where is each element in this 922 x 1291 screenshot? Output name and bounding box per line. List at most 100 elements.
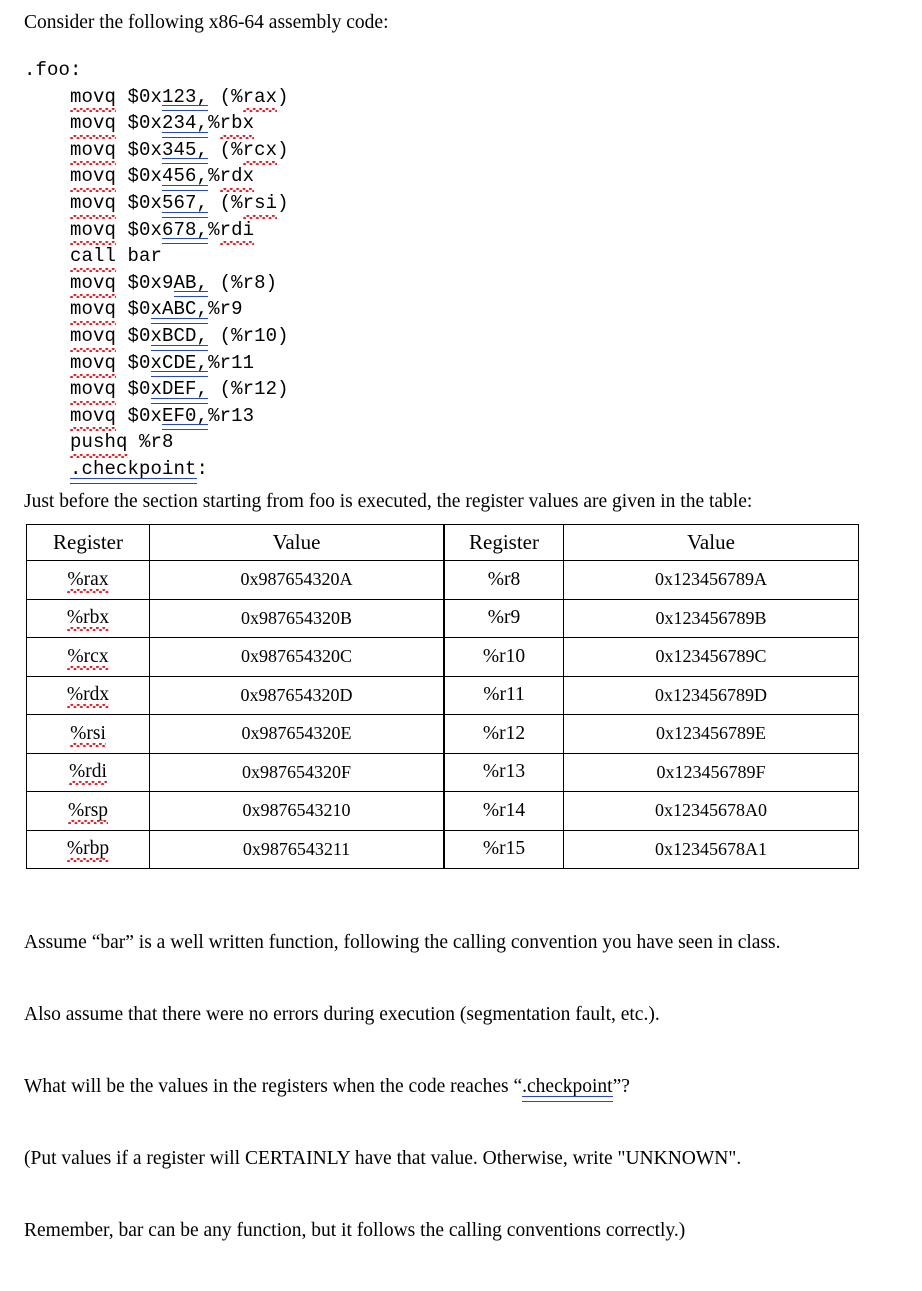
register-value: 0x987654320A [240,569,353,590]
code-operand-pre: $0 [116,351,151,374]
code-operand-pre: $0x [116,191,163,214]
closing-line-2: Also assume that there were no errors du… [24,1004,660,1025]
code-operand-pre: $0x [116,112,163,135]
code-mnemonic: movq [70,84,117,112]
code-operand-pre: $0x [116,165,163,188]
code-mnemonic: movq [70,190,117,219]
code-operand-pre: $0x9 [116,271,174,294]
register-name: %rdx [66,684,110,709]
register-value: 0x9876543210 [242,800,351,821]
cell-value-left: 0x987654320C [149,637,445,677]
closing-line-1: Assume “bar” is a well written function,… [24,932,781,953]
cell-register-left: %rdi [26,752,150,792]
table-row: %rdx 0x987654320D %r11 0x123456789D [26,675,859,715]
cell-value-right: 0x123456789A [563,560,859,600]
code-operand-post: %r13 [208,404,255,427]
register-name: %r11 [483,684,525,706]
cell-value-right: 0x12345678A1 [563,829,859,869]
code-immediate-value: xBCD, [150,323,209,351]
code-immediate-value: xCDE, [150,350,209,377]
code-immediate-value: 567, [162,190,209,218]
code-register-operand: rdx [219,163,255,192]
label-checkpoint-colon: : [196,457,209,480]
cell-register-right: %r11 [443,675,564,715]
cell-register-left: %rbp [26,829,150,869]
code-mnemonic: movq [70,350,117,378]
cell-value-left: 0x9876543210 [149,791,445,831]
code-register-operand: rsi [242,190,278,219]
code-immediate-value: 234, [162,110,209,138]
code-immediate-value: AB, [173,270,209,297]
closing-line-4: (Put values if a register will CERTAINLY… [24,1148,742,1169]
code-line: movq $0x678,%rdi [24,217,289,245]
register-value: 0x12345678A1 [655,838,767,859]
register-values-table: Register Value Register Value %rax 0x9876… [26,524,859,869]
assembly-code-block: .foo: movq $0x123, (%rax) movq $0x234,%r… [24,57,289,484]
register-value: 0x123456789E [656,723,766,744]
cell-register-right: %r14 [443,791,564,831]
code-operand-post: (% [208,85,243,108]
code-operand-post: % [208,112,220,135]
closing-line-3: What will be the values in the registers… [24,1075,781,1102]
table-row: %rsi 0x987654320E %r12 0x123456789E [26,714,859,754]
code-line: movq $0x567, (%rsi) [24,190,289,219]
code-operand-post: %r11 [208,351,255,374]
register-name: %rbp [66,838,110,863]
register-value: 0x123456789F [656,761,766,782]
code-operand-tail: ) [277,378,289,401]
register-value: 0x9876543211 [242,838,351,859]
cell-register-left: %rsp [26,791,150,831]
cell-register-right: %r9 [443,598,564,638]
code-line: pushq %r8 [24,429,289,458]
code-mnemonic: movq [70,163,117,192]
code-line: call bar [24,243,289,272]
cell-register-right: %r8 [443,560,564,600]
register-value: 0x987654320E [241,723,352,744]
code-operand-pre: $0x [116,218,163,241]
closing-paragraph: Assume “bar” is a well written function,… [24,883,781,1291]
code-operand-tail: ) [265,271,278,294]
code-operand-tail: ) [277,85,289,108]
register-name: %rsi [70,722,106,747]
register-name: %rdi [69,761,107,786]
code-immediate-value: xABC, [150,296,209,324]
code-immediate-value: xDEF, [150,376,209,404]
cell-register-right: %r15 [443,829,564,869]
code-mnemonic: movq [70,323,117,352]
code-immediate-value: 123, [162,84,209,111]
code-operand-post: (%r10 [208,324,278,347]
code-operand-post: % [208,218,220,241]
header-register-right: Register [443,524,564,561]
code-operand-tail: ) [277,324,289,347]
cell-value-right: 0x123456789C [563,637,859,677]
code-operand-post: (%r12 [208,378,278,401]
register-name: %rsp [67,799,109,824]
code-register-operand: rbx [219,110,255,139]
code-mnemonic: movq [70,376,117,405]
table-row: %rdi 0x987654320F %r13 0x123456789F [26,752,859,792]
cell-value-right: 0x123456789D [563,675,859,715]
cell-value-left: 0x987654320B [149,598,445,638]
cell-value-left: 0x987654320E [149,714,445,754]
register-name: %r15 [482,838,526,860]
closing-line-3-pre: What will be the values in the registers… [24,1076,523,1097]
register-name: %rcx [67,645,109,670]
code-line: movq $0xDEF, (%r12) [24,376,289,405]
cell-value-right: 0x123456789B [563,598,859,638]
code-operand-pre: %r8 [127,431,174,454]
header-register-left: Register [26,524,150,561]
code-mnemonic: call [70,243,117,272]
register-name: %r10 [482,645,526,667]
intro-sentence: Consider the following x86-64 assembly c… [24,12,389,33]
cell-register-left: %rsi [26,714,150,754]
code-operand-post: (%r8 [208,271,266,294]
code-line: movq $0x345, (%rcx) [24,137,289,165]
cell-value-right: 0x123456789F [563,752,859,792]
code-line-list: movq $0x123, (%rax) movq $0x234,%rbx mov… [24,84,289,458]
document-page: Consider the following x86-64 assembly c… [0,0,922,1241]
code-label-checkpoint: .checkpoint: [24,456,289,484]
code-label-foo: .foo: [24,57,289,84]
register-name: %rax [67,568,109,593]
code-immediate-value: 678, [162,217,209,244]
register-value: 0x123456789A [655,569,767,590]
